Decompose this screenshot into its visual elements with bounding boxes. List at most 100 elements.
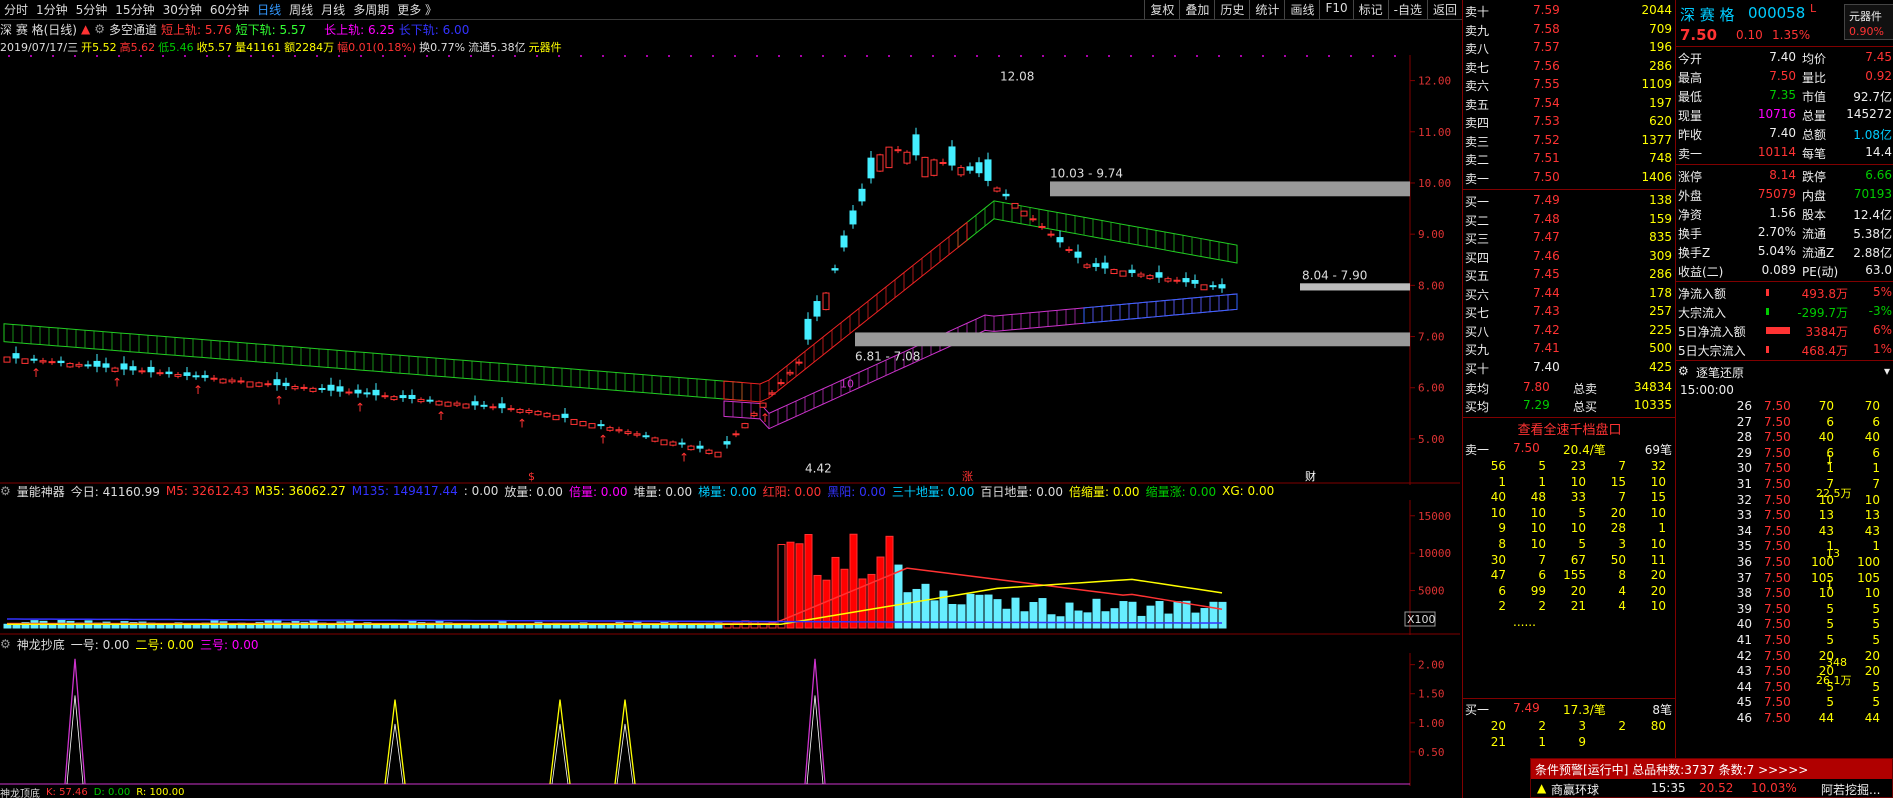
ask-price: 7.57 — [1533, 40, 1560, 54]
volume-bar — [696, 624, 705, 629]
candle-body — [1200, 284, 1208, 291]
tick-row-16: 42 7.50 20 20 — [1676, 647, 1893, 663]
top-marker — [382, 55, 384, 57]
tab-period-3[interactable]: 15分钟 — [111, 1, 158, 18]
band-label-2: 6.81 - 7.08 — [855, 349, 920, 363]
tab-period-4[interactable]: 30分钟 — [159, 1, 206, 18]
sub-tick-label: 2.00 — [1418, 659, 1445, 672]
price-tick-label: 5.00 — [1418, 433, 1445, 446]
ticks-header[interactable]: ⚙ 逐笔还原 ▾ — [1676, 362, 1893, 381]
ask-row-0[interactable]: 卖十 7.59 2044 — [1463, 2, 1676, 20]
indicator-name[interactable]: 多空通道 — [109, 21, 157, 38]
top-marker — [74, 55, 76, 57]
tick-vol: 6 — [1826, 414, 1834, 429]
toolbar-button-5[interactable]: F10 — [1319, 0, 1352, 19]
candle-body — [651, 437, 659, 442]
bid-row-9[interactable]: 买十 7.40 425 — [1463, 359, 1676, 377]
settings-gear-icon[interactable]: ⚙ — [94, 22, 105, 36]
sub-three: 三号: 0.00 — [199, 637, 259, 652]
top-marker — [954, 55, 956, 57]
turnover: 换0.77% — [419, 40, 466, 54]
bid-row-1[interactable]: 买二 7.48 159 — [1463, 211, 1676, 229]
bid-row-4[interactable]: 买五 7.45 286 — [1463, 266, 1676, 284]
sector-box[interactable]: 元器件 0.90% — [1844, 4, 1893, 40]
ask-row-5[interactable]: 卖五 7.54 197 — [1463, 95, 1676, 113]
candle-body — [570, 418, 578, 425]
vol-beisuo: 倍缩量: 0.00 — [1068, 484, 1140, 499]
tab-period-8[interactable]: 月线 — [317, 1, 349, 18]
tab-period-0[interactable]: 分时 — [0, 1, 32, 18]
toolbar-button-2[interactable]: 历史 — [1214, 0, 1249, 19]
alert-popup[interactable]: 条件预警[运行中] 总品种数:3737 条数:7 >>>>> ▲ 商赢环球 15… — [1530, 758, 1893, 798]
ask-row-3[interactable]: 卖七 7.56 286 — [1463, 58, 1676, 76]
toolbar-button-1[interactable]: 叠加 — [1179, 0, 1214, 19]
q2-value: 5.04% — [1757, 244, 1796, 258]
avg-sell-row: 卖均 7.80 总卖 34834 — [1463, 379, 1676, 397]
bottom-indicator-row: 神龙顶底 K: 57.46 D: 0.00 R: 100.00 — [0, 786, 1460, 798]
candle-body — [948, 146, 956, 166]
tab-period-1[interactable]: 1分钟 — [32, 1, 72, 18]
candle-body — [957, 167, 965, 176]
q2-value-2: 12.4亿 — [1853, 208, 1892, 222]
volume-bar — [489, 624, 498, 629]
alert-row[interactable]: ▲ 商赢环球 15:35 20.52 10.03% 阿若挖掘... — [1531, 779, 1892, 797]
ask-row-4[interactable]: 卖六 7.55 1109 — [1463, 76, 1676, 94]
toolbar-button-0[interactable]: 复权 — [1144, 0, 1179, 19]
ask-row-2[interactable]: 卖八 7.57 196 — [1463, 39, 1676, 57]
q2-value-2: 63.0 — [1865, 263, 1892, 277]
toolbar-button-6[interactable]: 标记 — [1352, 0, 1388, 19]
bid-row-2[interactable]: 买三 7.47 835 — [1463, 229, 1676, 247]
top-marker — [536, 55, 538, 57]
candle-body — [66, 362, 74, 368]
s1-queue-cell: 15 — [1610, 474, 1626, 489]
settings-gear-icon[interactable]: ⚙ — [0, 484, 11, 498]
ask-row-8[interactable]: 卖二 7.51 748 — [1463, 150, 1676, 168]
vol-indicator-name[interactable]: 量能神器 — [17, 483, 65, 500]
ask-row-7[interactable]: 卖三 7.52 1377 — [1463, 132, 1676, 150]
ask-vol: 196 — [1649, 40, 1672, 54]
bid-row-8[interactable]: 买九 7.41 500 — [1463, 340, 1676, 358]
ask-row-9[interactable]: 卖一 7.50 1406 — [1463, 169, 1676, 187]
top-marker — [96, 55, 98, 57]
sub-indicator-name[interactable]: 神龙抄底 — [17, 636, 65, 653]
flow-pct: -3% — [1868, 304, 1892, 318]
q-label: 最高 — [1678, 71, 1703, 85]
volume-chart[interactable]: 15000 10000 5000 X100 — [0, 500, 1460, 635]
candle-body — [588, 423, 596, 429]
toolbar-button-7[interactable]: -自选 — [1387, 0, 1427, 19]
tab-period-10[interactable]: 更多 》 — [393, 1, 441, 18]
tab-period-2[interactable]: 5分钟 — [72, 1, 112, 18]
alert-title[interactable]: 条件预警[运行中] 总品种数:3737 条数:7 >>>>> — [1531, 759, 1892, 779]
top-marker — [272, 55, 274, 57]
vol-fangliang: 放量: 0.00 — [504, 484, 563, 499]
settings-gear-icon[interactable]: ⚙ — [0, 637, 11, 651]
toolbar-button-8[interactable]: 返回 — [1426, 0, 1462, 19]
q-label: 卖一 — [1678, 147, 1703, 161]
bid-row-3[interactable]: 买四 7.46 309 — [1463, 248, 1676, 266]
tick-price: 7.50 — [1764, 555, 1791, 569]
tab-period-9[interactable]: 多周期 — [349, 1, 393, 18]
ask-row-6[interactable]: 卖四 7.53 620 — [1463, 113, 1676, 131]
bid-row-7[interactable]: 买八 7.42 225 — [1463, 322, 1676, 340]
ask-row-1[interactable]: 卖九 7.58 709 — [1463, 21, 1676, 39]
alert-price: 20.52 — [1699, 781, 1734, 795]
quote-row-5: 卖一 10114 每笔 14.4 — [1676, 143, 1893, 162]
candle-body — [147, 366, 155, 373]
s1-queue-row-4: 9 10 10 28 1 — [1463, 520, 1676, 536]
toolbar-button-4[interactable]: 画线 — [1284, 0, 1319, 19]
bid-price: 7.48 — [1533, 211, 1560, 226]
tab-period-7[interactable]: 周线 — [285, 1, 317, 18]
candle-body — [867, 157, 875, 179]
bid-row-6[interactable]: 买七 7.43 257 — [1463, 303, 1676, 321]
sub-indicator-chart[interactable]: 2.00 1.50 1.00 0.50 — [0, 653, 1460, 786]
view-all-depth-button[interactable]: 查看全速千档盘口 — [1463, 419, 1676, 438]
candlestick-chart[interactable]: 12.00 11.00 10.00 9.00 8.00 7.00 6.00 5.00 ↑ ↑ ↑ ↑ ↑… — [0, 55, 1460, 485]
tab-period-6[interactable]: 日线 — [253, 1, 285, 18]
volume-bar — [399, 623, 408, 629]
bottom-indicator-name[interactable]: 神龙顶底 — [0, 786, 40, 798]
alert-note: 阿若挖掘... — [1821, 783, 1881, 797]
bid-row-5[interactable]: 买六 7.44 178 — [1463, 285, 1676, 303]
bid-row-0[interactable]: 买一 7.49 138 — [1463, 192, 1676, 210]
tab-period-5[interactable]: 60分钟 — [206, 1, 253, 18]
toolbar-button-3[interactable]: 统计 — [1249, 0, 1284, 19]
